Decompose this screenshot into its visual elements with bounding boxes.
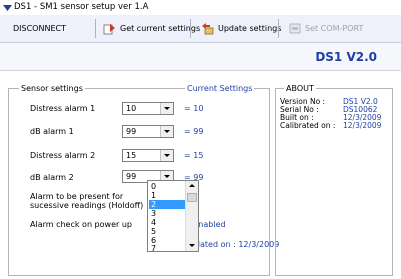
distress-alarm-2-select[interactable]: 15 (122, 149, 174, 162)
get-current-settings-button[interactable]: Get current settings (103, 20, 200, 37)
distress-alarm-1-value: 10 (126, 104, 137, 113)
chevron-down-icon[interactable] (160, 150, 173, 161)
version-label: DS1 V2.0 (315, 50, 377, 64)
disconnect-label: DISCONNECT (13, 24, 66, 33)
title-bar: DS1 - SM1 sensor setup ver 1.A (0, 0, 401, 15)
db-alarm-1-label: dB alarm 1 (30, 127, 74, 136)
current-settings-heading: Current Settings (185, 84, 255, 93)
holdoff-dropdown-list[interactable]: 0 1 2 3 4 5 6 7 (147, 180, 199, 253)
db-alarm-1-select[interactable]: 99 (122, 125, 174, 138)
distress-alarm-2-value: 15 (126, 151, 137, 160)
sensor-settings-legend: Sensor settings (19, 84, 85, 93)
disconnect-button[interactable]: DISCONNECT (13, 20, 66, 37)
chevron-down-icon[interactable] (160, 126, 173, 137)
upload-icon (202, 22, 214, 34)
port-icon (289, 23, 301, 34)
toolbar-separator (278, 19, 279, 38)
scroll-down-icon[interactable] (189, 244, 195, 247)
dropdown-option-selected[interactable]: 2 (149, 200, 189, 209)
holdoff-label-line-1: Alarm to be present for (30, 192, 124, 201)
db-alarm-1-value: 99 (126, 127, 137, 136)
app-icon (3, 5, 12, 11)
set-com-port-label: Set COM-PORT (305, 24, 364, 33)
power-up-label: Alarm check on power up (30, 220, 132, 229)
distress-alarm-1-label: Distress alarm 1 (30, 104, 96, 113)
dropdown-option[interactable]: 0 (149, 182, 189, 191)
toolbar-separator (190, 19, 191, 38)
update-settings-label: Update settings (218, 24, 282, 33)
distress-alarm-2-current: = 15 (184, 151, 204, 160)
window-title: DS1 - SM1 sensor setup ver 1.A (14, 2, 149, 12)
about-legend: ABOUT (284, 84, 316, 93)
toolbar-separator (95, 19, 96, 38)
distress-alarm-2-label: Distress alarm 2 (30, 151, 96, 160)
db-alarm-2-value: 99 (126, 172, 137, 181)
dropdown-option[interactable]: 7 (149, 244, 189, 253)
dropdown-option[interactable]: 1 (149, 191, 189, 200)
db-alarm-2-label: dB alarm 2 (30, 173, 74, 182)
distress-alarm-1-current: = 10 (184, 104, 204, 113)
scroll-up-icon[interactable] (189, 184, 195, 187)
update-settings-button[interactable]: Update settings (201, 20, 281, 37)
dropdown-scrollbar[interactable] (185, 181, 198, 251)
chevron-down-icon[interactable] (160, 103, 173, 114)
db-alarm-1-current: = 99 (184, 127, 204, 136)
version-banner: DS1 V2.0 (0, 43, 401, 71)
scrollbar-thumb[interactable] (187, 193, 197, 202)
dropdown-option[interactable]: 4 (149, 218, 189, 227)
about-calibrated-label: Calibrated on : (280, 121, 336, 130)
about-group: ABOUT Version No : DS1 V2.0 Serial No : … (275, 84, 393, 276)
dropdown-option[interactable]: 3 (149, 209, 189, 218)
holdoff-label-line-2: sucessive readings (Holdoff) (30, 201, 144, 210)
about-calibrated-value: 12/3/2009 (343, 121, 382, 130)
get-current-settings-label: Get current settings (120, 24, 201, 33)
download-icon (103, 23, 115, 34)
distress-alarm-1-select[interactable]: 10 (122, 102, 174, 115)
dropdown-option[interactable]: 5 (149, 227, 189, 236)
toolbar: DISCONNECT Get current settings Update s… (0, 15, 401, 43)
set-com-port-button[interactable]: Set COM-PORT (289, 20, 363, 37)
